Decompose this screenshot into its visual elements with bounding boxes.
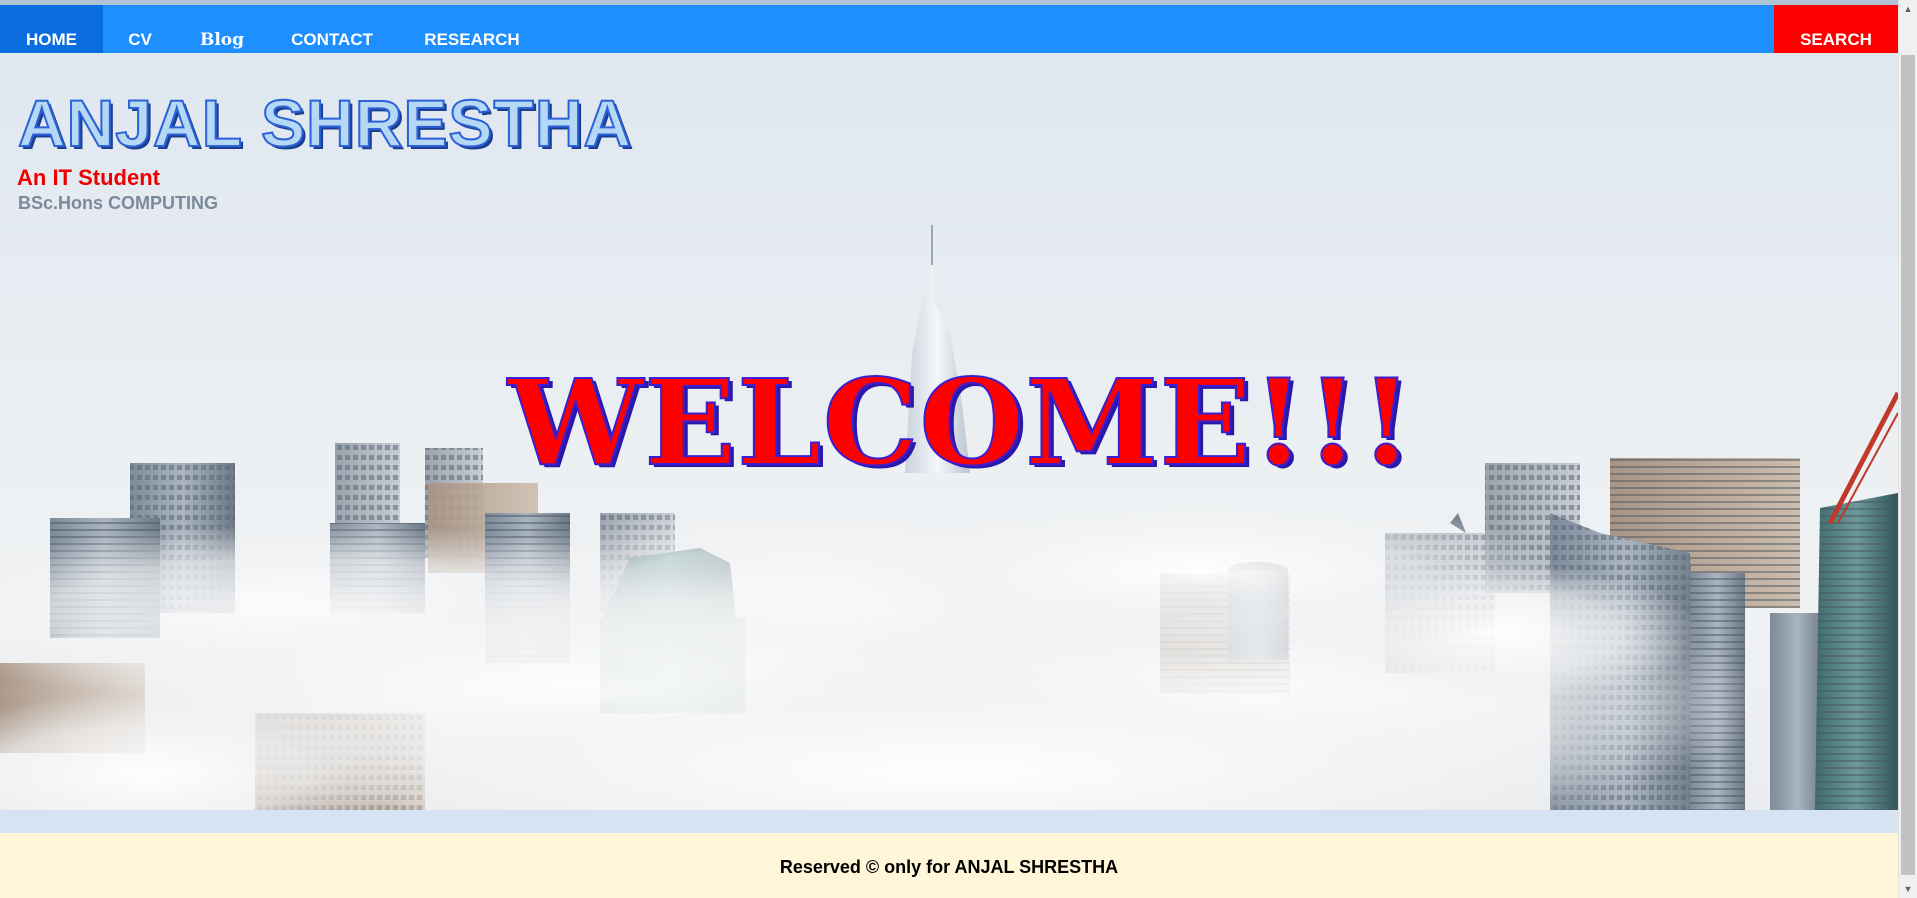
nav-research-link[interactable]: RESEARCH — [397, 5, 547, 53]
divider-band — [0, 810, 1898, 833]
nav-contact-link[interactable]: CONTACT — [267, 5, 397, 53]
nav-blog-link[interactable]: Blog — [177, 5, 267, 53]
footer: Reserved © only for ANJAL SHRESTHA — [0, 833, 1898, 898]
site-subtitle: An IT Student — [17, 165, 160, 190]
degree-label: BSc.Hons COMPUTING — [18, 193, 219, 213]
page: HOME CV Blog CONTACT RESEARCH SEARCH ANJ… — [0, 0, 1917, 898]
nav-contact-label: CONTACT — [291, 30, 373, 49]
chevron-up-icon[interactable]: ▲ — [1899, 0, 1917, 18]
navbar: HOME CV Blog CONTACT RESEARCH SEARCH — [0, 5, 1898, 53]
nav-home-label: HOME — [26, 30, 77, 49]
vertical-scrollbar[interactable]: ▲ ▼ — [1898, 0, 1917, 898]
welcome-heading: WELCOME!!! — [507, 352, 1414, 493]
nav-blog-label: Blog — [199, 30, 245, 50]
footer-copyright: Reserved © only for ANJAL SHRESTHA — [779, 857, 1119, 877]
chevron-down-icon[interactable]: ▼ — [1899, 880, 1917, 898]
nav-cv-label: CV — [128, 30, 152, 49]
nav-cv-link[interactable]: CV — [103, 5, 177, 53]
nav-home-link[interactable]: HOME — [0, 5, 103, 53]
hero-banner: ANJAL SHRESTHA An IT Student BSc.Hons CO… — [0, 53, 1898, 810]
scrollbar-thumb[interactable] — [1901, 55, 1915, 875]
site-title: ANJAL SHRESTHA — [17, 85, 633, 161]
nav-search-button[interactable]: SEARCH — [1774, 5, 1898, 53]
nav-research-label: RESEARCH — [424, 30, 520, 49]
nav-search-label: SEARCH — [1800, 30, 1872, 49]
